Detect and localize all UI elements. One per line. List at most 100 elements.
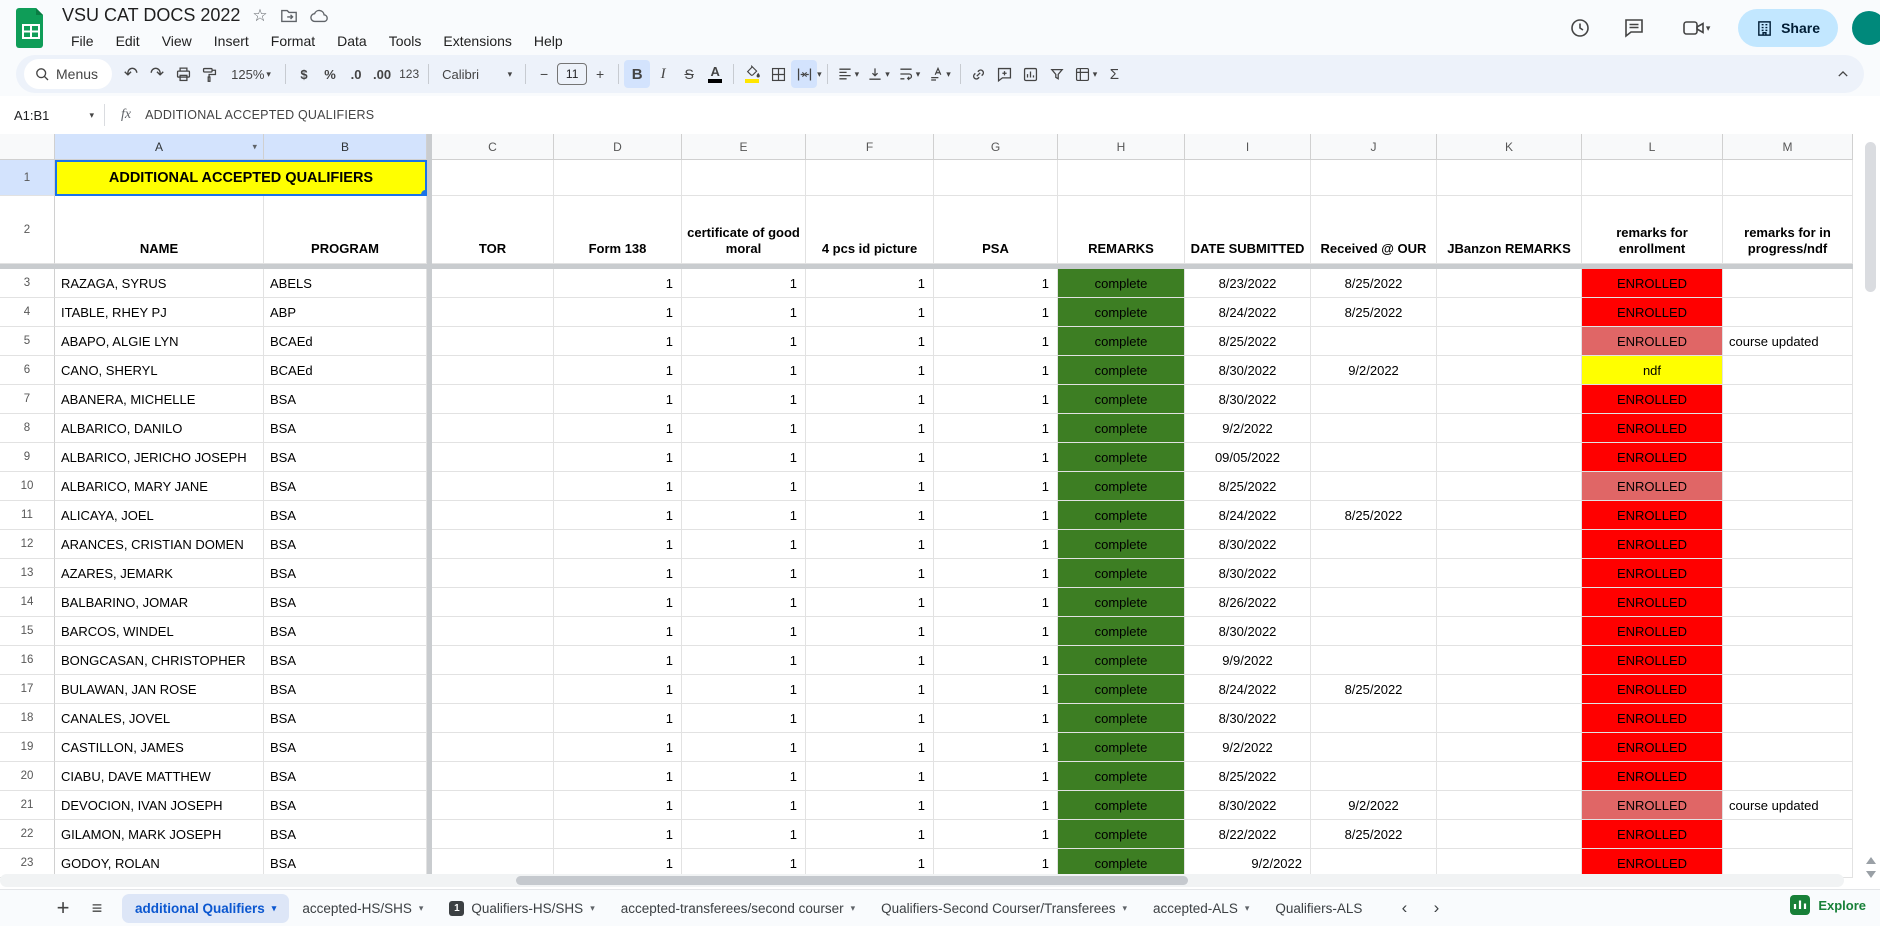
name-box-dropdown-icon[interactable]: ▾ xyxy=(89,110,94,121)
cell-jbanzon-remarks[interactable] xyxy=(1437,530,1582,559)
tab-dropdown-icon[interactable]: ▾ xyxy=(419,903,424,914)
cell-good-moral[interactable]: 1 xyxy=(682,501,806,530)
cell-enrollment-remark[interactable]: ENROLLED xyxy=(1582,501,1723,530)
menu-view[interactable]: View xyxy=(153,31,201,51)
cell-tor[interactable] xyxy=(432,675,554,704)
cell-received-our[interactable] xyxy=(1311,733,1437,762)
horizontal-scrollbar[interactable] xyxy=(0,874,1844,887)
cell-enrollment-remark[interactable]: ENROLLED xyxy=(1582,327,1723,356)
cell-enrollment-remark[interactable]: ENROLLED xyxy=(1582,762,1723,791)
cell-program[interactable]: BSA xyxy=(264,646,427,675)
cell-good-moral[interactable]: 1 xyxy=(682,646,806,675)
cell-form138[interactable]: 1 xyxy=(554,646,682,675)
tab-dropdown-icon[interactable]: ▾ xyxy=(1122,903,1127,914)
cell-name[interactable]: RAZAGA, SYRUS xyxy=(55,269,264,298)
cell-remarks[interactable]: complete xyxy=(1058,414,1185,443)
cell-form138[interactable]: 1 xyxy=(554,414,682,443)
font-select[interactable]: Calibri▾ xyxy=(434,60,520,88)
print-button[interactable] xyxy=(170,60,196,88)
cell-program[interactable]: BSA xyxy=(264,675,427,704)
scroll-down-icon[interactable] xyxy=(1866,871,1876,878)
add-sheet-button[interactable]: + xyxy=(46,893,80,923)
cell-remarks[interactable]: complete xyxy=(1058,588,1185,617)
cell-jbanzon-remarks[interactable] xyxy=(1437,791,1582,820)
cell-id-picture[interactable]: 1 xyxy=(806,704,934,733)
cell-good-moral[interactable]: 1 xyxy=(682,704,806,733)
row-header-5[interactable]: 5 xyxy=(0,327,55,356)
cell-jbanzon-remarks[interactable] xyxy=(1437,414,1582,443)
avatar[interactable] xyxy=(1852,11,1880,45)
cell-enrollment-remark[interactable]: ENROLLED xyxy=(1582,820,1723,849)
cell-received-our[interactable] xyxy=(1311,704,1437,733)
number-format-button[interactable]: 123 xyxy=(395,60,423,88)
cell-date-submitted[interactable]: 8/24/2022 xyxy=(1185,298,1311,327)
row-header-19[interactable]: 19 xyxy=(0,733,55,762)
cell-jbanzon-remarks[interactable] xyxy=(1437,443,1582,472)
cell-enrollment-remark[interactable]: ENROLLED xyxy=(1582,617,1723,646)
undo-button[interactable]: ↶ xyxy=(118,60,144,88)
cell-received-our[interactable] xyxy=(1311,762,1437,791)
cell-received-our[interactable] xyxy=(1311,559,1437,588)
tab-dropdown-icon[interactable]: ▾ xyxy=(272,903,277,914)
zoom-select[interactable]: 125%▾ xyxy=(222,60,280,88)
cell-received-our[interactable]: 8/25/2022 xyxy=(1311,820,1437,849)
cell-psa[interactable]: 1 xyxy=(934,820,1058,849)
functions-button[interactable]: Σ xyxy=(1101,60,1127,88)
cell-remarks[interactable]: complete xyxy=(1058,472,1185,501)
cell-progress-remark[interactable] xyxy=(1723,269,1853,298)
cell-good-moral[interactable]: 1 xyxy=(682,733,806,762)
cell-received-our[interactable]: 8/25/2022 xyxy=(1311,501,1437,530)
cell-program[interactable]: BSA xyxy=(264,414,427,443)
cell-id-picture[interactable]: 1 xyxy=(806,762,934,791)
menu-tools[interactable]: Tools xyxy=(380,31,431,51)
cell-remarks[interactable]: complete xyxy=(1058,559,1185,588)
cell-id-picture[interactable]: 1 xyxy=(806,530,934,559)
cell-jbanzon-remarks[interactable] xyxy=(1437,704,1582,733)
cell-id-picture[interactable]: 1 xyxy=(806,269,934,298)
redo-button[interactable]: ↷ xyxy=(144,60,170,88)
cell-date-submitted[interactable]: 8/30/2022 xyxy=(1185,791,1311,820)
cell-progress-remark[interactable] xyxy=(1723,530,1853,559)
cell-good-moral[interactable]: 1 xyxy=(682,530,806,559)
cell-psa[interactable]: 1 xyxy=(934,675,1058,704)
field-header-form-138[interactable]: Form 138 xyxy=(554,196,682,264)
cell-program[interactable]: BSA xyxy=(264,704,427,733)
fill-color-button[interactable] xyxy=(739,60,765,88)
formula-input[interactable]: ADDITIONAL ACCEPTED QUALIFIERS xyxy=(145,108,374,122)
cell-good-moral[interactable]: 1 xyxy=(682,269,806,298)
horizontal-scrollbar-thumb[interactable] xyxy=(516,876,1188,885)
sheet-tab-accepted-hs-shs[interactable]: accepted-HS/SHS▾ xyxy=(289,894,436,923)
cell-jbanzon-remarks[interactable] xyxy=(1437,820,1582,849)
column-header-H[interactable]: H xyxy=(1058,134,1185,160)
cell-good-moral[interactable]: 1 xyxy=(682,327,806,356)
cell-tor[interactable] xyxy=(432,443,554,472)
row-header-3[interactable]: 3 xyxy=(0,269,55,298)
cell-good-moral[interactable]: 1 xyxy=(682,298,806,327)
cell-form138[interactable]: 1 xyxy=(554,356,682,385)
cell-enrollment-remark[interactable]: ndf xyxy=(1582,356,1723,385)
cell-program[interactable]: BSA xyxy=(264,501,427,530)
cell-program[interactable]: BSA xyxy=(264,733,427,762)
cell-program[interactable]: BSA xyxy=(264,762,427,791)
cell-name[interactable]: CANALES, JOVEL xyxy=(55,704,264,733)
field-header-program[interactable]: PROGRAM xyxy=(264,196,427,264)
cell-psa[interactable]: 1 xyxy=(934,327,1058,356)
cell-date-submitted[interactable]: 8/30/2022 xyxy=(1185,356,1311,385)
menu-extensions[interactable]: Extensions xyxy=(434,31,520,51)
cell-remarks[interactable]: complete xyxy=(1058,704,1185,733)
cell-received-our[interactable] xyxy=(1311,472,1437,501)
decrease-decimals-button[interactable]: .0 xyxy=(343,60,369,88)
cell-psa[interactable]: 1 xyxy=(934,501,1058,530)
insert-link-button[interactable] xyxy=(966,60,992,88)
vertical-scrollbar[interactable] xyxy=(1864,136,1878,836)
cell-progress-remark[interactable] xyxy=(1723,501,1853,530)
cell-form138[interactable]: 1 xyxy=(554,530,682,559)
cell-enrollment-remark[interactable]: ENROLLED xyxy=(1582,704,1723,733)
cell-id-picture[interactable]: 1 xyxy=(806,820,934,849)
empty-cell[interactable] xyxy=(682,160,806,196)
cell-form138[interactable]: 1 xyxy=(554,588,682,617)
empty-cell[interactable] xyxy=(1185,160,1311,196)
cell-date-submitted[interactable]: 8/22/2022 xyxy=(1185,820,1311,849)
cell-form138[interactable]: 1 xyxy=(554,791,682,820)
cell-name[interactable]: ARANCES, CRISTIAN DOMEN xyxy=(55,530,264,559)
